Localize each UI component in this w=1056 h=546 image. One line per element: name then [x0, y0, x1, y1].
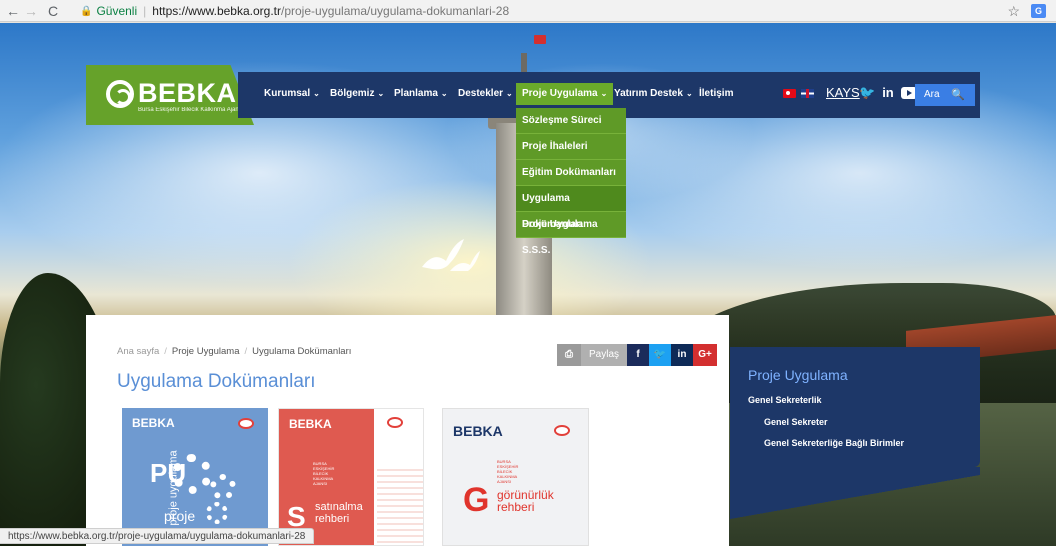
document-proje-uygulama[interactable]: BEBKA proje uygulama PU proje — [122, 408, 268, 546]
address-separator: | — [143, 4, 147, 18]
nav-planlama[interactable]: Planlama ⌄ — [394, 83, 448, 105]
address-bar[interactable]: 🔒 Güvenli | https://www.bebka.org.tr/pro… — [80, 2, 1020, 20]
turkish-flag-icon — [534, 35, 546, 44]
bebka-logo-mark-icon — [106, 80, 134, 108]
google-plus-share-icon[interactable]: G+ — [693, 344, 717, 366]
nav-label: Kurumsal — [264, 88, 311, 99]
status-bar-url: https://www.bebka.org.tr/proje-uygulama/… — [0, 528, 315, 544]
browser-toolbar: ← → C 🔒 Güvenli | https://www.bebka.org.… — [0, 0, 1056, 22]
nav-kurumsal[interactable]: Kurumsal ⌄ — [264, 83, 320, 105]
dropdown-item-sozlesme-sureci[interactable]: Sözleşme Süreci — [516, 108, 626, 134]
linkedin-share-icon[interactable]: in — [671, 344, 693, 366]
gear-icon — [206, 502, 228, 524]
document-satinalma-rehberi[interactable]: BEBKA BURSA ESKİŞEHİR BİLECİK KALKINMA A… — [278, 408, 424, 546]
dropdown-item-proje-ihaleleri[interactable]: Proje İhaleleri — [516, 134, 626, 160]
twitter-share-icon[interactable]: 🐦 — [649, 344, 671, 366]
doc-title: proje — [164, 508, 196, 524]
proje-uygulama-dropdown: Sözleşme Süreci Proje İhaleleri Eğitim D… — [516, 108, 626, 256]
nav-bolgemiz[interactable]: Bölgemiz ⌄ — [330, 83, 384, 105]
nav-iletisim[interactable]: İletişim — [699, 83, 733, 105]
page-title: Uygulama Dokümanları — [117, 371, 316, 392]
doc-title: görünürlük rehberi — [497, 489, 554, 513]
back-icon[interactable]: ← — [4, 0, 22, 22]
share-bar: ⎙ Paylaş f 🐦 in G+ — [557, 344, 717, 366]
chevron-down-icon: ⌄ — [685, 89, 693, 98]
url-host: https://www.bebka.org.tr — [152, 4, 281, 18]
twitter-icon[interactable]: 🐦 — [859, 85, 875, 101]
dropdown-item-egitim-dokumanlari[interactable]: Eğitim Dokümanları — [516, 160, 626, 186]
nav-label: İletişim — [699, 88, 734, 99]
doc-logo: BEBKA — [453, 423, 503, 439]
nav-destekler[interactable]: Destekler ⌄ — [458, 83, 513, 105]
bookmark-star-icon[interactable]: ☆ — [1007, 3, 1020, 20]
doc-badge-icon — [554, 425, 570, 436]
doc-letter: G — [463, 481, 490, 519]
nav-proje-uygulama[interactable]: Proje Uygulama ⌄ — [516, 83, 614, 105]
doc-badge-icon — [387, 417, 403, 428]
translate-extension-icon[interactable]: G — [1031, 4, 1046, 18]
gear-icon — [210, 474, 236, 500]
document-gorunurluk-rehberi[interactable]: BEBKA BURSA ESKİŞEHİR BİLECİK KALKINMA A… — [442, 408, 589, 546]
breadcrumb: Ana sayfa / Proje Uygulama / Uygulama Doküma… — [117, 346, 351, 357]
chevron-down-icon: ⌄ — [440, 89, 448, 98]
share-label: Paylaş — [581, 344, 627, 366]
sidebar-menu: Proje Uygulama Genel Sekreterlik Genel S… — [730, 347, 980, 527]
nav-label: Planlama — [394, 88, 438, 99]
doc-title: satınalma rehberi — [315, 501, 363, 525]
nav-label: Destekler — [458, 88, 504, 99]
breadcrumb-current: Uygulama Dokümanları — [252, 346, 352, 357]
logo-text: BEBKA — [138, 78, 237, 108]
url-path: /proje-uygulama/uygulama-dokumanlari-28 — [281, 4, 510, 18]
turkish-language-icon[interactable] — [783, 89, 796, 98]
breadcrumb-separator: / — [164, 346, 167, 357]
gear-icon — [172, 454, 212, 494]
social-links: 🐦 in — [859, 85, 917, 101]
breadcrumb-separator: / — [244, 346, 248, 357]
doc-title-line: rehberi — [497, 500, 535, 514]
nav-label: Yatırım Destek — [614, 88, 683, 99]
lock-icon: 🔒 — [80, 5, 93, 17]
chevron-down-icon: ⌄ — [600, 89, 608, 98]
nav-label: Bölgemiz — [330, 88, 375, 99]
doc-agency-lines: BURSA ESKİŞEHİR BİLECİK KALKINMA AJANSI — [497, 459, 557, 484]
doc-agency-line: AJANSI — [497, 479, 512, 484]
print-icon[interactable]: ⎙ — [557, 344, 581, 366]
chevron-down-icon: ⌄ — [377, 89, 385, 98]
doc-agency-line: AJANSI — [313, 481, 328, 486]
chevron-down-icon: ⌄ — [506, 89, 513, 98]
nav-label: Proje Uygulama — [522, 88, 598, 99]
english-language-icon[interactable] — [801, 89, 814, 98]
breadcrumb-section[interactable]: Proje Uygulama — [172, 346, 240, 357]
logo-subtitle: Bursa Eskişehir Bilecik Kalkınma Ajansı — [138, 107, 244, 113]
doc-title-line: satınalma — [315, 501, 363, 513]
bebka-logo[interactable]: BEBKA Bursa Eskişehir Bilecik Kalkınma A… — [86, 65, 254, 125]
doc-logo: BEBKA — [289, 417, 332, 431]
doc-badge-icon — [238, 418, 254, 429]
doc-title-line: rehberi — [315, 513, 350, 525]
facebook-share-icon[interactable]: f — [627, 344, 649, 366]
language-flags — [783, 89, 814, 98]
dropdown-item-uygulama-dokumanlari[interactable]: Uygulama Dokümanları — [516, 186, 626, 230]
search-icon: 🔍 — [951, 89, 965, 101]
sidebar-title: Proje Uygulama — [748, 367, 848, 383]
nav-yatirim-destek[interactable]: Yatırım Destek ⌄ — [614, 83, 693, 105]
sidebar-item-bagli-birimler[interactable]: Genel Sekreterliğe Bağlı Birimler — [764, 438, 904, 448]
dropdown-item-sss[interactable]: Proje Uygulama S.S.S. — [516, 212, 626, 256]
sidebar-item-genel-sekreterlik[interactable]: Genel Sekreterlik — [748, 395, 822, 405]
breadcrumb-home[interactable]: Ana sayfa — [117, 346, 159, 357]
sidebar-item-genel-sekreter[interactable]: Genel Sekreter — [764, 417, 828, 427]
doc-stripes — [377, 469, 423, 545]
search-label: Ara — [924, 89, 940, 100]
chevron-down-icon: ⌄ — [313, 89, 320, 98]
search-button[interactable]: Ara 🔍 — [915, 84, 975, 106]
linkedin-icon[interactable]: in — [882, 85, 894, 101]
reload-icon[interactable]: C — [44, 0, 62, 22]
doc-agency-lines: BURSA ESKİŞEHİR BİLECİK KALKINMA AJANSI — [313, 461, 363, 486]
doves-icon — [422, 239, 480, 271]
kays-link[interactable]: KAYS — [826, 85, 860, 100]
forward-icon[interactable]: → — [22, 0, 40, 22]
secure-label: Güvenli — [96, 4, 138, 18]
doc-logo: BEBKA — [132, 416, 175, 430]
content-card: Ana sayfa / Proje Uygulama / Uygulama Doküma… — [86, 315, 729, 546]
